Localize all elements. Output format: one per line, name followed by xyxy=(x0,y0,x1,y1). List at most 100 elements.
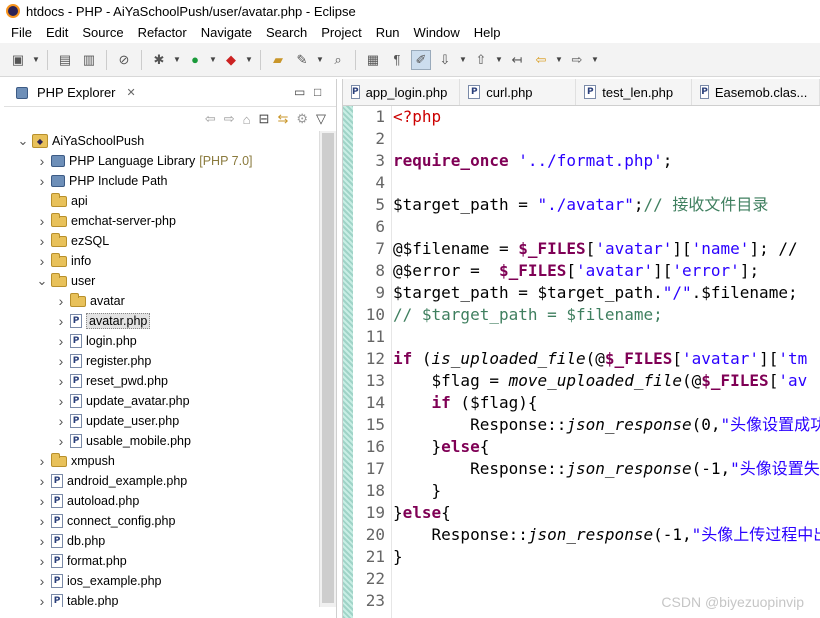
close-icon[interactable]: ✕ xyxy=(127,86,136,99)
menu-navigate[interactable]: Navigate xyxy=(194,25,259,40)
code-line[interactable]: Response::json_response(-1,"头像设置失 xyxy=(393,458,820,480)
open-folder-icon[interactable]: ▰ xyxy=(268,50,288,70)
menu-file[interactable]: File xyxy=(4,25,39,40)
forward-icon[interactable]: ⇨ xyxy=(567,50,587,70)
tree-item[interactable]: › PHP Include Path xyxy=(4,171,318,191)
chevron-right-icon[interactable]: › xyxy=(35,233,49,249)
editor-tab[interactable]: Ptest_len.php xyxy=(576,79,693,105)
chevron-right-icon[interactable]: › xyxy=(35,533,49,549)
chevron-right-icon[interactable]: › xyxy=(35,573,49,589)
code-line[interactable]: @$error = $_FILES['avatar']['error']; xyxy=(393,260,820,282)
code-line[interactable]: } xyxy=(393,480,820,502)
chevron-down-icon[interactable]: ▼ xyxy=(173,55,181,64)
tree-item[interactable]: › info xyxy=(4,251,318,271)
tree-item[interactable]: › emchat-server-php xyxy=(4,211,318,231)
code-line[interactable]: if (is_uploaded_file(@$_FILES['avatar'][… xyxy=(393,348,820,370)
code-line[interactable]: require_once '../format.php'; xyxy=(393,150,820,172)
chevron-right-icon[interactable]: › xyxy=(54,433,68,449)
tree-item[interactable]: › Plogin.php xyxy=(4,331,318,351)
tree-item[interactable]: › Pdb.php xyxy=(4,531,318,551)
chevron-right-icon[interactable]: › xyxy=(35,253,49,269)
menu-window[interactable]: Window xyxy=(407,25,467,40)
search-icon[interactable]: ⌕ xyxy=(328,50,348,70)
chevron-down-icon[interactable]: ▼ xyxy=(459,55,467,64)
tree-item[interactable]: › avatar xyxy=(4,291,318,311)
tree-item[interactable]: › Pios_example.php xyxy=(4,571,318,591)
chevron-right-icon[interactable]: › xyxy=(54,293,68,309)
code-line[interactable]: $target_path = $target_path."/".$filenam… xyxy=(393,282,820,304)
chevron-right-icon[interactable]: › xyxy=(54,333,68,349)
debug-icon[interactable]: ✱ xyxy=(149,50,169,70)
back-arrow-icon[interactable]: ⇦ xyxy=(205,111,216,127)
chevron-right-icon[interactable]: › xyxy=(35,493,49,509)
run-icon[interactable]: ● xyxy=(185,50,205,70)
editor-tab[interactable]: Papp_login.php xyxy=(343,79,461,105)
editor-tab[interactable]: Pcurl.php xyxy=(460,79,577,105)
code-line[interactable]: }else{ xyxy=(393,502,820,524)
chevron-right-icon[interactable]: › xyxy=(35,553,49,569)
code-text[interactable]: <?php require_once '../format.php'; $targe… xyxy=(391,106,820,618)
chevron-right-icon[interactable]: › xyxy=(54,393,68,409)
tree-item[interactable]: › Preset_pwd.php xyxy=(4,371,318,391)
chevron-right-icon[interactable]: › xyxy=(35,593,49,607)
collapse-all-icon[interactable]: ⊟ xyxy=(259,111,270,127)
view-menu-icon[interactable]: ▽ xyxy=(316,111,326,127)
chevron-down-icon[interactable]: ▼ xyxy=(32,55,40,64)
tree-item[interactable]: ⌄ ◆ AiYaSchoolPush xyxy=(4,131,318,151)
chevron-down-icon[interactable]: ▼ xyxy=(209,55,217,64)
code-line[interactable]: } xyxy=(393,546,820,568)
scrollbar-thumb[interactable] xyxy=(322,133,334,603)
tree-item[interactable]: › Pupdate_avatar.php xyxy=(4,391,318,411)
tree-item[interactable]: › xmpush xyxy=(4,451,318,471)
chevron-right-icon[interactable]: › xyxy=(35,213,49,229)
chevron-right-icon[interactable]: › xyxy=(35,153,49,169)
menu-help[interactable]: Help xyxy=(467,25,508,40)
menu-search[interactable]: Search xyxy=(259,25,314,40)
tree-item[interactable]: api xyxy=(4,191,318,211)
back-icon[interactable]: ⇦ xyxy=(531,50,551,70)
code-line[interactable]: <?php xyxy=(393,106,820,128)
pin-icon[interactable]: ✎ xyxy=(292,50,312,70)
code-line[interactable] xyxy=(393,326,820,348)
maximize-icon[interactable]: □ xyxy=(314,85,321,99)
menu-run[interactable]: Run xyxy=(369,25,407,40)
tree-item[interactable]: › Ptable.php xyxy=(4,591,318,607)
code-line[interactable] xyxy=(393,568,820,590)
code-line[interactable] xyxy=(393,128,820,150)
chevron-down-icon[interactable]: ⌄ xyxy=(35,274,49,287)
chevron-right-icon[interactable]: › xyxy=(54,413,68,429)
save-all-icon[interactable]: ▥ xyxy=(79,50,99,70)
chevron-right-icon[interactable]: › xyxy=(54,313,68,329)
forward-arrow-icon[interactable]: ⇨ xyxy=(224,111,235,127)
tree-item[interactable]: › Pupdate_user.php xyxy=(4,411,318,431)
code-line[interactable] xyxy=(393,172,820,194)
chevron-down-icon[interactable]: ▼ xyxy=(245,55,253,64)
tree-item[interactable]: › ezSQL xyxy=(4,231,318,251)
code-line[interactable]: if ($flag){ xyxy=(393,392,820,414)
chevron-right-icon[interactable]: › xyxy=(54,373,68,389)
editor-tab[interactable]: P Easemob.clas... xyxy=(692,79,820,105)
new-icon[interactable]: ▣ xyxy=(8,50,28,70)
chevron-down-icon[interactable]: ▼ xyxy=(495,55,503,64)
tree-item[interactable]: › Pformat.php xyxy=(4,551,318,571)
chevron-right-icon[interactable]: › xyxy=(35,173,49,189)
chevron-down-icon[interactable]: ▼ xyxy=(316,55,324,64)
prev-annotation-icon[interactable]: ⇧ xyxy=(471,50,491,70)
explorer-tab[interactable]: PHP Explorer ✕ ▭ □ xyxy=(4,79,336,107)
next-annotation-icon[interactable]: ⇩ xyxy=(435,50,455,70)
tree-item[interactable]: › Pandroid_example.php xyxy=(4,471,318,491)
tree-item[interactable]: › Pautoload.php xyxy=(4,491,318,511)
menu-refactor[interactable]: Refactor xyxy=(131,25,194,40)
code-line[interactable]: // $target_path = $filename; xyxy=(393,304,820,326)
code-line[interactable] xyxy=(393,216,820,238)
code-line[interactable]: $target_path = "./avatar";// 接收文件目录 xyxy=(393,194,820,216)
tree-item[interactable]: › Pusable_mobile.php xyxy=(4,431,318,451)
code-line[interactable]: }else{ xyxy=(393,436,820,458)
chevron-right-icon[interactable]: › xyxy=(54,353,68,369)
tree-item[interactable]: › Pavatar.php xyxy=(4,311,318,331)
toggle-mark-icon[interactable]: ▦ xyxy=(363,50,383,70)
code-line[interactable]: @$filename = $_FILES['avatar']['name']; … xyxy=(393,238,820,260)
chevron-right-icon[interactable]: › xyxy=(35,453,49,469)
last-edit-icon[interactable]: ↤ xyxy=(507,50,527,70)
tree-item[interactable]: › PHP Language Library [PHP 7.0] xyxy=(4,151,318,171)
